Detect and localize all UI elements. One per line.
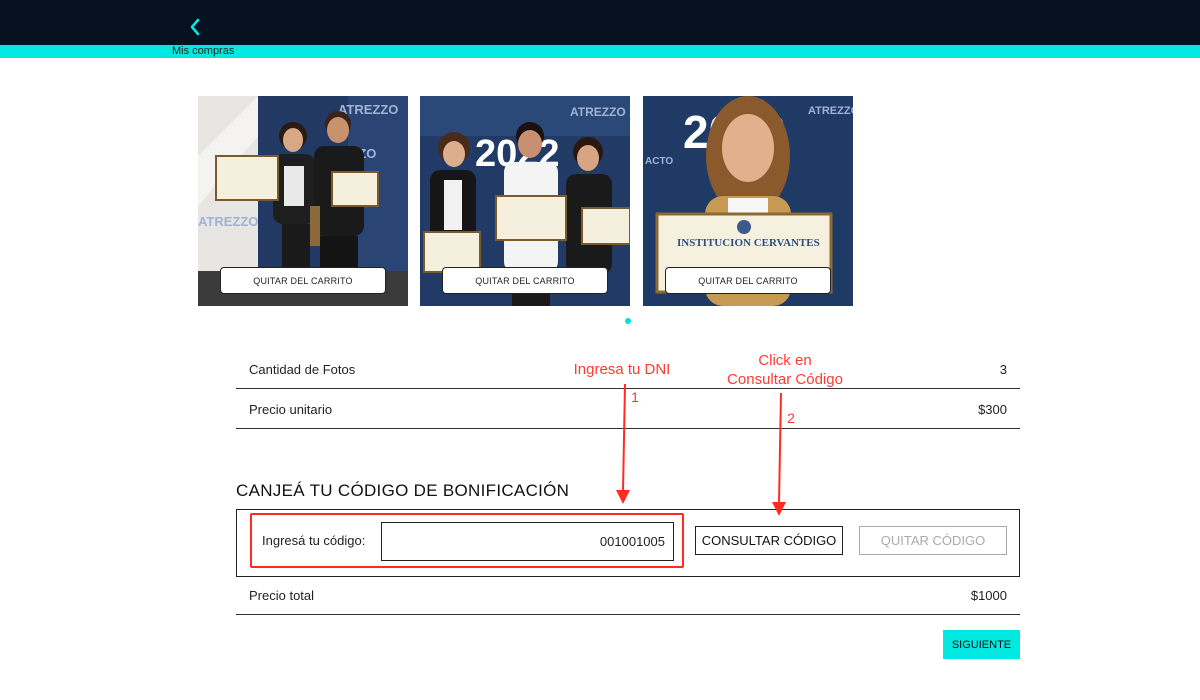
photo-act-text: ACTO	[645, 156, 673, 167]
photo-brand-text: ATREZZO	[808, 105, 853, 117]
photo-brand-text: ATREZZO	[198, 214, 258, 229]
cart-photo-1: ATREZZO ATREZZO ATREZZO QUITAR DEL CARRI…	[198, 96, 408, 306]
chevron-left-icon	[190, 18, 200, 36]
carousel-dot[interactable]	[625, 318, 631, 324]
photo-institution-text: INSTITUCION CERVANTES	[677, 237, 820, 249]
cart-photo-3: 2022 ATREZZO ACTO INSTITUCION CERVANTES …	[643, 96, 853, 306]
back-button[interactable]	[184, 14, 206, 40]
quantity-label: Cantidad de Fotos	[249, 362, 356, 377]
remove-code-button[interactable]: QUITAR CÓDIGO	[859, 526, 1007, 555]
breadcrumb[interactable]: Mis compras	[172, 45, 234, 58]
cart-photo-2: 2022 ATREZZO QUITAR DEL CARRITO	[420, 96, 630, 306]
remove-from-cart-button[interactable]: QUITAR DEL CARRITO	[220, 267, 386, 294]
unit-price-label: Precio unitario	[249, 402, 333, 417]
remove-from-cart-button[interactable]: QUITAR DEL CARRITO	[442, 267, 608, 294]
total-value: $1000	[970, 588, 1007, 603]
photo-brand-text: ATREZZO	[570, 105, 626, 119]
total-row: Precio total $1000	[236, 575, 1020, 615]
unit-price-value: $300	[978, 402, 1007, 417]
quantity-value: 3	[999, 362, 1007, 377]
total-label: Precio total	[249, 588, 315, 603]
top-bar	[0, 0, 1200, 45]
annotation-step1-number: 1	[631, 389, 639, 405]
annotation-highlight-box	[250, 513, 684, 568]
annotation-step2-number: 2	[787, 410, 795, 426]
consult-code-button[interactable]: CONSULTAR CÓDIGO	[695, 526, 843, 555]
remove-from-cart-button[interactable]: QUITAR DEL CARRITO	[665, 267, 831, 294]
next-button[interactable]: SIGUIENTE	[943, 630, 1020, 659]
voucher-title: CANJEÁ TU CÓDIGO DE BONIFICACIÓN	[236, 481, 570, 500]
annotation-step2-line1: Click en	[758, 352, 812, 369]
annotation-step1-text: Ingresa tu DNI	[573, 361, 671, 378]
annotation-step2-line2: Consultar Código	[727, 371, 843, 388]
annotation-arrowhead-1	[616, 490, 630, 504]
